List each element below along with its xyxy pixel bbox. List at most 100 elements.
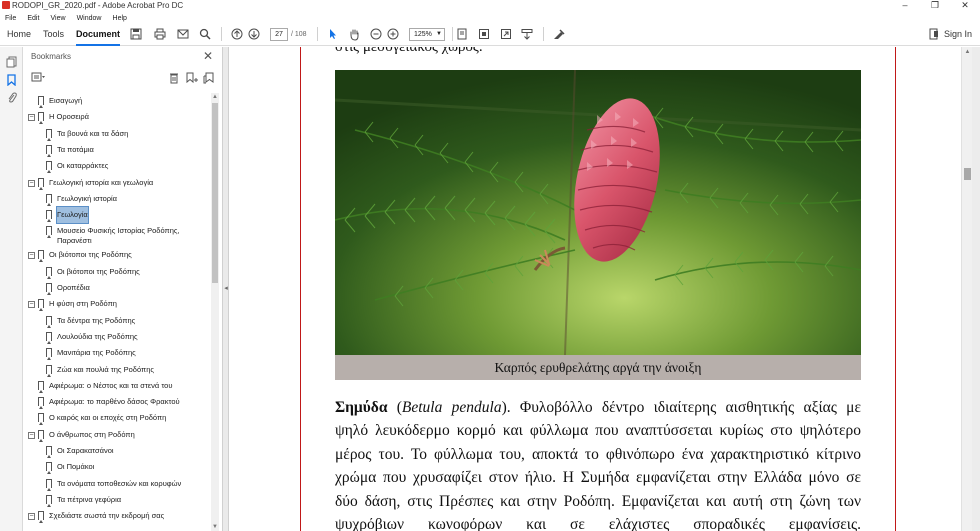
select-cursor-icon[interactable] — [326, 27, 340, 41]
bookmark-label: Τα πέτρινα γεφύρια — [57, 494, 122, 504]
bookmark-item[interactable]: Μανιτάρια της Ροδόπης — [23, 345, 212, 361]
paragraph-line: χρώμα που χρυσαφίζει στον ήλιο. Η Συμήδα… — [335, 469, 861, 487]
collapse-toggle-icon[interactable]: − — [28, 114, 35, 122]
bookmark-item[interactable]: Οι Πομάκοι — [23, 459, 212, 475]
bookmark-item[interactable]: Γεωλογική ιστορία — [23, 191, 212, 207]
panel-splitter[interactable]: ◂ — [222, 47, 229, 531]
sign-in-icon[interactable] — [927, 27, 941, 41]
bookmark-list: Εισαγωγή − Η Οροσειρά Τα βουνά και τα δάση Τ… — [23, 93, 212, 531]
menu-bar: File Edit View Window Help — [0, 11, 980, 22]
maximize-button[interactable]: ❐ — [920, 0, 950, 11]
collapse-toggle-icon[interactable]: − — [28, 513, 35, 521]
collapse-toggle-icon[interactable]: − — [28, 301, 35, 309]
window-title: RODOPI_GR_2020.pdf - Adobe Acrobat Pro D… — [12, 1, 184, 10]
document-scrollbar[interactable]: ▲ — [961, 47, 972, 531]
bookmark-item[interactable]: − Γεωλογική ιστορία και γεωλογία — [23, 175, 212, 191]
close-icon[interactable]: ✕ — [203, 49, 213, 63]
bookmark-icon — [38, 177, 44, 190]
bookmark-label: Τα δέντρα της Ροδόπης — [57, 315, 136, 325]
bookmark-item[interactable]: Οι Σαρακατσάνοι — [23, 443, 212, 459]
bookmark-icon — [46, 348, 52, 361]
bookmark-label: Η φύση στη Ροδόπη — [49, 299, 117, 309]
bookmark-icon — [46, 193, 52, 206]
read-mode-icon[interactable] — [520, 27, 534, 41]
scrolling-mode-icon[interactable] — [477, 27, 491, 41]
bookmark-label: Τα ποτάμια — [57, 144, 94, 154]
bookmark-expand-icon[interactable] — [202, 72, 216, 85]
save-icon[interactable] — [129, 27, 143, 41]
bookmark-item[interactable]: − Ο άνθρωπος στη Ροδόπη — [23, 427, 212, 443]
main-toolbar: Home Tools Document 27 / 108 125% ▼ Sign… — [0, 22, 980, 46]
bookmark-item[interactable]: − Σχεδιάστε σωστά την εκδρομή σας — [23, 508, 212, 524]
attachments-icon[interactable] — [5, 91, 18, 104]
bookmarks-scrollbar[interactable]: ▲ ▼ — [211, 93, 219, 531]
toolbar-separator — [221, 27, 222, 41]
search-icon[interactable] — [198, 27, 212, 41]
acrobat-app-icon — [2, 1, 10, 9]
bookmarks-scroll-thumb[interactable] — [212, 103, 218, 283]
collapse-toggle-icon[interactable]: − — [28, 431, 35, 439]
bookmarks-panel-icon[interactable] — [5, 73, 18, 86]
document-view[interactable]: στις μεσογειακός χώρος. Καρπός ερυθρελάτ… — [229, 47, 970, 531]
bookmark-icon — [46, 266, 52, 279]
bookmark-item[interactable]: Τα ονόματα τοποθεσιών και κορυφών — [23, 476, 212, 492]
collapse-toggle-icon[interactable]: − — [28, 179, 35, 187]
bookmark-label: Τα ονόματα τοποθεσιών και κορυφών — [57, 478, 182, 488]
tab-home[interactable]: Home — [7, 27, 31, 41]
bookmark-item[interactable]: Τα πέτρινα γεφύρια — [23, 492, 212, 508]
toolbar-separator — [452, 27, 453, 41]
page-thumbnails-icon[interactable] — [5, 55, 18, 68]
bookmark-item[interactable]: Οροπέδια — [23, 280, 212, 296]
page-number-input[interactable]: 27 — [270, 28, 288, 41]
bookmark-item[interactable]: Τα ποτάμια — [23, 142, 212, 158]
sign-in-button[interactable]: Sign In — [944, 27, 972, 41]
bookmark-item[interactable]: Εισαγωγή — [23, 93, 212, 109]
sign-tool-icon[interactable] — [551, 27, 565, 41]
species-term: Σημύδα — [335, 399, 388, 416]
zoom-out-icon[interactable] — [369, 27, 383, 41]
bookmark-item[interactable]: − Οι βιότοποι της Ροδόπης — [23, 247, 212, 263]
full-screen-icon[interactable] — [499, 27, 513, 41]
bookmark-label: Ζώα και πουλιά της Ροδόπης — [57, 364, 154, 374]
hand-tool-icon[interactable] — [347, 27, 361, 41]
previous-page-icon[interactable] — [230, 27, 244, 41]
new-bookmark-icon[interactable] — [185, 72, 199, 85]
bookmarks-panel-title: Bookmarks — [31, 52, 72, 61]
bookmark-item[interactable]: Μουσείο Φυσικής Ιστορίας Ροδόπης, Παρανέ… — [23, 223, 212, 245]
bookmark-icon — [38, 511, 44, 524]
print-icon[interactable] — [153, 27, 167, 41]
next-page-icon[interactable] — [247, 27, 261, 41]
tab-tools[interactable]: Tools — [43, 27, 64, 41]
bookmark-item[interactable]: Αφιέρωμα: ο Νέστος και τα στενά του — [23, 378, 212, 394]
bookmark-item[interactable]: Ζώα και πουλιά της Ροδόπης — [23, 362, 212, 378]
document-scroll-thumb[interactable] — [964, 168, 971, 180]
scroll-down-icon[interactable]: ▼ — [211, 523, 219, 531]
bookmark-item[interactable]: Λουλούδια της Ροδόπης — [23, 329, 212, 345]
navigation-rail — [0, 47, 23, 531]
bookmark-icon — [46, 128, 52, 141]
bookmark-item[interactable]: Οι βιότοποι της Ροδόπης — [23, 264, 212, 280]
bookmark-item[interactable]: Γεωλογία — [23, 206, 212, 225]
zoom-in-icon[interactable] — [386, 27, 400, 41]
bookmark-item[interactable]: Ο καιρός και οι εποχές στη Ροδόπη — [23, 410, 212, 426]
bookmark-item[interactable]: Οι καταρράκτες — [23, 158, 212, 174]
bookmark-options-icon[interactable] — [31, 72, 45, 85]
delete-bookmark-icon[interactable] — [167, 72, 181, 85]
bookmark-item[interactable]: − Η φύση στη Ροδόπη — [23, 296, 212, 312]
bookmark-item[interactable]: Τα βουνά και τα δάση — [23, 126, 212, 142]
collapse-toggle-icon[interactable]: − — [28, 252, 35, 260]
title-bar: RODOPI_GR_2020.pdf - Adobe Acrobat Pro D… — [0, 0, 980, 11]
bookmark-item[interactable]: − Η Οροσειρά — [23, 109, 212, 125]
email-icon[interactable] — [176, 27, 190, 41]
bookmark-label: Γεωλογική ιστορία — [57, 193, 118, 203]
paragraph-line: Σημύδα (Betula pendula). Φυλοβόλλο δέντρ… — [335, 396, 861, 419]
bookmark-item[interactable]: Αφιέρωμα: το παρθένο δάσος Φρακτού — [23, 394, 212, 410]
bookmark-item[interactable]: Τα δέντρα της Ροδόπης — [23, 313, 212, 329]
fit-page-icon[interactable] — [455, 27, 469, 41]
close-window-button[interactable]: ✕ — [950, 0, 980, 11]
zoom-level-select[interactable]: 125% ▼ — [409, 28, 445, 41]
tab-document[interactable]: Document — [76, 27, 121, 46]
minimize-button[interactable]: – — [890, 0, 920, 11]
line1-rest: ). Φυλοβόλλο δέντρο ιδιαίτερης αισθητική… — [501, 399, 861, 416]
scroll-up-icon[interactable]: ▲ — [211, 93, 219, 101]
